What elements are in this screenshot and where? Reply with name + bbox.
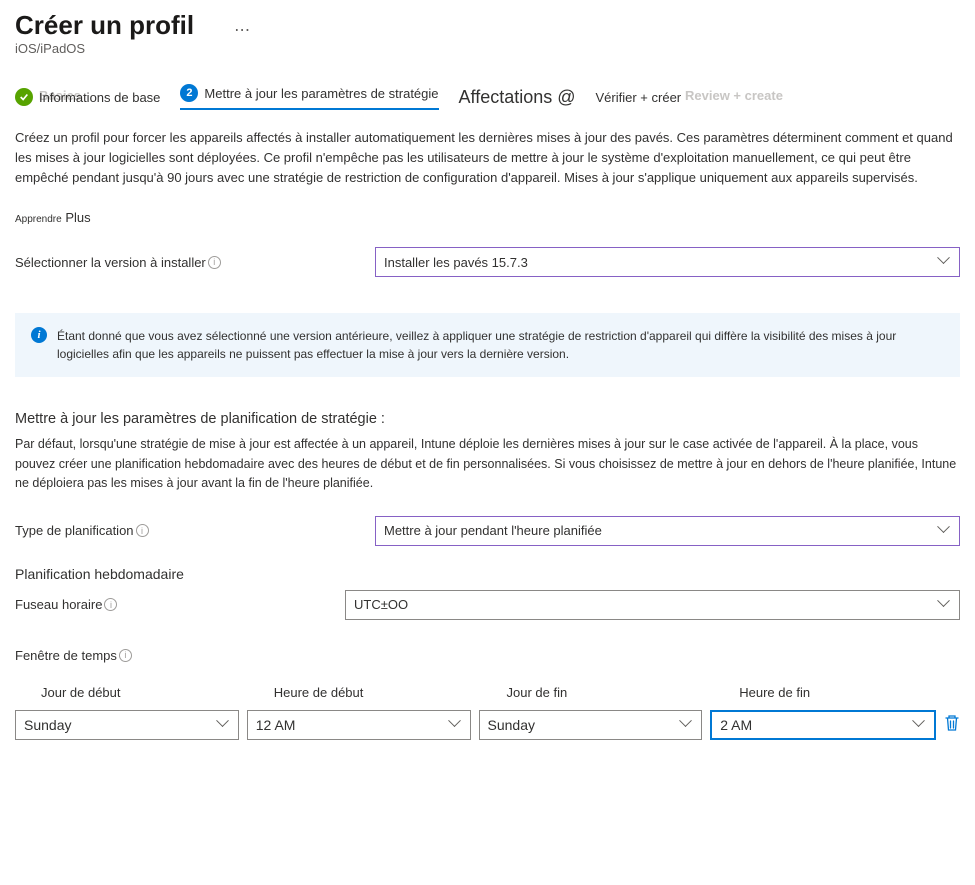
description-text: Créez un profil pour forcer les appareil…	[15, 128, 960, 188]
version-label-text: Sélectionner la version à installer	[15, 255, 206, 270]
step-update-policy[interactable]: 2 Mettre à jour les paramètres de straté…	[180, 84, 438, 110]
delete-row-button[interactable]	[944, 714, 960, 735]
time-window-headers: Jour de début Heure de début Jour de fin…	[15, 685, 960, 700]
stepper: Basics Informations de base 2 Mettre à j…	[15, 84, 960, 110]
learn-big: Plus	[62, 210, 91, 225]
schedule-type-label-text: Type de planification	[15, 523, 134, 538]
check-icon	[15, 88, 33, 106]
more-icon[interactable]: ⋯	[234, 10, 250, 40]
version-select-value: Installer les pavés 15.7.3	[384, 255, 528, 270]
version-select[interactable]: Installer les pavés 15.7.3	[375, 247, 960, 277]
start-time-value: 12 AM	[256, 717, 296, 733]
chevron-down-icon	[939, 525, 951, 537]
end-day-value: Sunday	[488, 717, 535, 733]
ghost-review: Review + create	[685, 88, 783, 103]
start-day-select[interactable]: Sunday	[15, 710, 239, 740]
page-title: Créer un profil	[15, 10, 194, 41]
schedule-heading: Mettre à jour les paramètres de planific…	[15, 411, 960, 427]
start-time-select[interactable]: 12 AM	[247, 710, 471, 740]
page-subtitle: iOS/iPadOS	[15, 41, 194, 56]
start-day-value: Sunday	[24, 717, 71, 733]
timezone-select[interactable]: UTC±OO	[345, 590, 960, 620]
step-label: Mettre à jour les paramètres de stratégi…	[204, 86, 438, 101]
step-label: Affectations @	[459, 87, 576, 108]
learn-small: Apprendre	[15, 214, 62, 225]
header-end-time: Heure de fin	[727, 685, 960, 700]
chevron-down-icon	[939, 599, 951, 611]
end-day-select[interactable]: Sunday	[479, 710, 703, 740]
step-verify[interactable]: Vérifier + créer	[596, 90, 682, 105]
timezone-value: UTC±OO	[354, 597, 408, 612]
schedule-type-value: Mettre à jour pendant l'heure planifiée	[384, 523, 602, 538]
step-label: Informations de base	[39, 90, 160, 105]
info-icon[interactable]: i	[208, 256, 221, 269]
header-end-day: Jour de fin	[495, 685, 728, 700]
info-icon[interactable]: i	[119, 649, 132, 662]
chevron-down-icon	[450, 719, 462, 731]
timezone-label: Fuseau horaire i	[15, 597, 345, 612]
chevron-down-icon	[914, 719, 926, 731]
learn-more-link[interactable]: Apprendre Plus	[15, 210, 960, 225]
header-start-day: Jour de début	[15, 685, 262, 700]
schedule-type-label: Type de planification i	[15, 523, 375, 538]
time-window-label: Fenêtre de temps i	[15, 648, 960, 663]
end-time-select[interactable]: 2 AM	[710, 710, 936, 740]
info-banner-text: Étant donné que vous avez sélectionné un…	[57, 327, 944, 363]
time-window-row: Sunday 12 AM Sunday 2 AM	[15, 710, 960, 740]
version-label: Sélectionner la version à installer i	[15, 255, 375, 270]
weekly-schedule-label: Planification hebdomadaire	[15, 566, 960, 582]
step-number-icon: 2	[180, 84, 198, 102]
end-time-value: 2 AM	[720, 717, 752, 733]
chevron-down-icon	[681, 719, 693, 731]
header-start-time: Heure de début	[262, 685, 495, 700]
trash-icon	[944, 714, 960, 732]
chevron-down-icon	[939, 256, 951, 268]
info-banner: i Étant donné que vous avez sélectionné …	[15, 313, 960, 377]
step-assignments[interactable]: Affectations @	[459, 87, 576, 108]
step-basics[interactable]: Informations de base	[15, 88, 160, 106]
info-icon[interactable]: i	[136, 524, 149, 537]
info-icon: i	[31, 327, 47, 343]
time-window-label-text: Fenêtre de temps	[15, 648, 117, 663]
info-icon[interactable]: i	[104, 598, 117, 611]
step-label: Vérifier + créer	[596, 90, 682, 105]
schedule-description: Par défaut, lorsqu'une stratégie de mise…	[15, 435, 960, 493]
timezone-label-text: Fuseau horaire	[15, 597, 102, 612]
chevron-down-icon	[218, 719, 230, 731]
schedule-type-select[interactable]: Mettre à jour pendant l'heure planifiée	[375, 516, 960, 546]
